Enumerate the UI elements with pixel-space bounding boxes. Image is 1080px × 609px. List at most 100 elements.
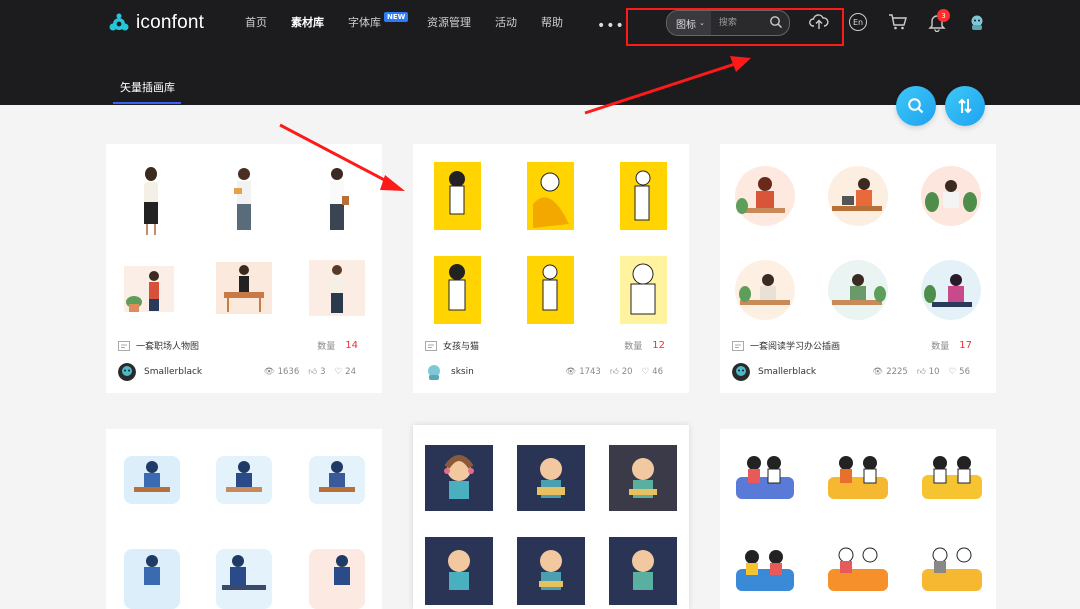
card-stats: 👁︎ 1636 👍︎ 3 ♡ 24: [264, 367, 356, 377]
collection-icon: [425, 340, 437, 351]
views-count: 1743: [579, 367, 601, 377]
study-man-illustration: [735, 260, 795, 320]
card-author-row: sksin 👁︎ 1743 👍︎ 20 ♡ 46: [425, 363, 675, 381]
sort-icon: [958, 98, 972, 114]
tab-vector-illustrations[interactable]: 矢量插画库: [120, 79, 175, 95]
more-menu-button[interactable]: •••: [597, 18, 625, 34]
favorites-count: 24: [345, 367, 356, 377]
couch-couple-illustration-1: [736, 456, 794, 499]
collection-icon: [732, 340, 744, 351]
reading-woman-illustration: [735, 166, 795, 226]
nav-item-activities[interactable]: 活动: [495, 14, 517, 30]
kid-headphones-illustration: [425, 445, 493, 511]
card-preview-grid: [124, 456, 365, 609]
quantity-label: 数量: [931, 342, 950, 352]
views-stat: 👁︎ 2225: [872, 367, 907, 377]
girl-cat-illustration-3: [620, 162, 667, 230]
views-stat: 👁︎ 1743: [565, 367, 600, 377]
views-icon: 👁︎: [872, 367, 884, 377]
card-preview-grid: [735, 166, 981, 320]
likes-count: 10: [928, 367, 940, 377]
police-desk-illustration-5: [216, 549, 272, 609]
cart-icon[interactable]: [888, 13, 908, 31]
nav-item-fonts[interactable]: 字体库 NEW: [348, 12, 409, 30]
kid-reading-illustration-4: [517, 537, 585, 605]
card-preview-grid: [434, 162, 667, 324]
favorites-count: 46: [652, 367, 663, 377]
illustration-card-police[interactable]: [106, 429, 382, 609]
girl-cat-illustration-1: [434, 162, 481, 230]
author-name[interactable]: Smallerblack: [144, 367, 202, 377]
card-stats: 👁︎ 2225 👍︎ 10 ♡ 56: [872, 367, 970, 377]
office-woman-standing-illustration: [309, 260, 365, 316]
card-title[interactable]: 女孩与猫: [443, 339, 479, 352]
nav-item-help[interactable]: 帮助: [541, 14, 563, 30]
language-label: En: [849, 13, 867, 31]
police-desk-illustration-4: [124, 549, 180, 609]
notifications-button[interactable]: 3: [928, 9, 950, 33]
author-avatar-icon[interactable]: [118, 363, 136, 381]
girl-cat-illustration-2: [527, 162, 574, 230]
illustration-card-kids-reading[interactable]: [413, 425, 689, 609]
nav-item-materials[interactable]: 素材库: [291, 14, 324, 30]
author-avatar-icon[interactable]: [732, 363, 750, 381]
office-woman-plants-illustration: [124, 266, 174, 312]
nav-item-resource-management[interactable]: 资源管理: [427, 14, 471, 30]
heart-icon: ♡: [334, 367, 343, 377]
search-icon: [908, 98, 924, 114]
card-preview-grid: [736, 456, 982, 591]
quantity-label: 数量: [624, 342, 643, 352]
main-nav: 首页 素材库 字体库 NEW 资源管理 活动 帮助: [245, 12, 587, 30]
quantity-count: 14: [345, 340, 358, 351]
views-icon: 👁︎: [565, 367, 577, 377]
girl-cat-illustration-5: [527, 256, 574, 324]
brand-name: iconfont: [136, 12, 205, 33]
card-info-row: 一套职场人物图 数量 14: [118, 339, 368, 352]
laptop-man-illustration: [828, 166, 888, 226]
card-preview-grid: [425, 445, 677, 605]
nav-item-home[interactable]: 首页: [245, 14, 267, 30]
likes-stat[interactable]: 👍︎ 20: [610, 367, 633, 377]
couch-couple-illustration-5: [828, 547, 888, 591]
card-info-row: 一套阅读学习办公插画 数量 17: [732, 339, 982, 352]
favorites-stat[interactable]: ♡ 46: [642, 367, 663, 377]
couch-couple-illustration-6: [922, 547, 982, 591]
card-title[interactable]: 一套职场人物图: [136, 339, 199, 352]
illustration-card-couch-people[interactable]: [720, 429, 996, 609]
office-man-illustration: [234, 168, 251, 230]
search-fab-button[interactable]: [896, 86, 936, 126]
thumbs-up-icon: 👍︎: [916, 367, 926, 377]
author-name[interactable]: Smallerblack: [758, 367, 816, 377]
likes-stat[interactable]: 👍︎ 3: [308, 367, 325, 377]
favorites-stat[interactable]: ♡ 24: [335, 367, 356, 377]
sort-fab-button[interactable]: [945, 86, 985, 126]
user-avatar-icon[interactable]: [967, 12, 987, 32]
views-count: 2225: [886, 367, 908, 377]
office-man-with-bag-illustration: [330, 168, 349, 230]
illustration-card-reading-office[interactable]: 一套阅读学习办公插画 数量 17 Smallerblack 👁︎ 2225 👍︎ 1…: [720, 144, 996, 393]
quantity-count: 12: [652, 340, 665, 351]
card-title[interactable]: 一套阅读学习办公插画: [750, 339, 840, 352]
kid-reading-illustration-1: [517, 445, 585, 511]
language-toggle[interactable]: En: [849, 13, 867, 31]
search-highlight-box: [626, 8, 844, 46]
illustration-card-office-people[interactable]: 一套职场人物图 数量 14 Smallerblack 👁︎ 1636 👍︎ 3 ♡ 2…: [106, 144, 382, 393]
card-author-row: Smallerblack 👁︎ 1636 👍︎ 3 ♡ 24: [118, 363, 368, 381]
active-tab-indicator: [113, 102, 181, 104]
likes-count: 3: [320, 367, 326, 377]
laptop-woman-illustration: [921, 260, 981, 320]
police-desk-illustration-6: [309, 549, 365, 609]
nav-item-fonts-label: 字体库: [348, 16, 381, 29]
office-woman-illustration: [144, 167, 158, 235]
iconfont-logo[interactable]: iconfont: [108, 10, 204, 36]
office-woman-desk-illustration: [216, 262, 272, 314]
author-name[interactable]: sksin: [451, 367, 474, 377]
views-count: 1636: [277, 367, 300, 377]
illustration-card-girl-and-cat[interactable]: 女孩与猫 数量 12 sksin 👁︎ 1743 👍︎ 20 ♡ 46: [413, 144, 689, 393]
new-badge: NEW: [384, 12, 409, 22]
likes-stat[interactable]: 👍︎ 10: [917, 367, 940, 377]
favorites-stat[interactable]: ♡ 56: [949, 367, 970, 377]
author-avatar-icon[interactable]: [425, 363, 443, 381]
kid-reading-illustration-2: [609, 445, 677, 511]
heart-icon: ♡: [641, 367, 650, 377]
